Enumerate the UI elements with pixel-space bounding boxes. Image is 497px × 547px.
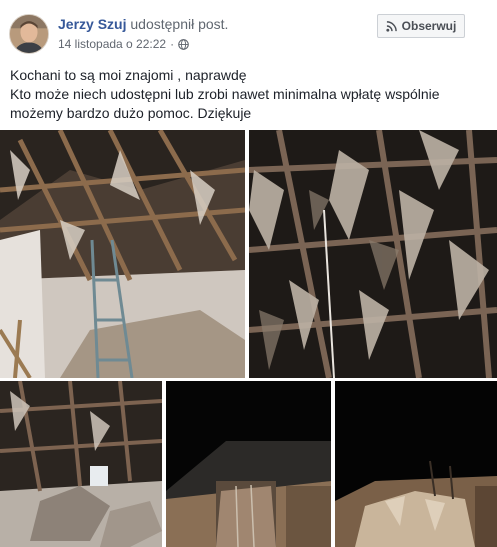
- avatar[interactable]: [9, 14, 49, 54]
- post-photo-5[interactable]: [335, 381, 497, 547]
- post-timestamp[interactable]: 14 listopada o 22:22: [58, 37, 166, 51]
- post-photo-2[interactable]: [249, 130, 497, 378]
- author-line: Jerzy Szuj udostępnił post.: [58, 16, 228, 32]
- rss-icon: [386, 20, 397, 32]
- meta-separator: ·: [170, 37, 175, 51]
- share-action-text: udostępnił post.: [130, 16, 229, 32]
- post-photo-3[interactable]: [0, 381, 162, 547]
- post-text-line: Kochani to są moi znajomi , naprawdę: [10, 67, 247, 83]
- post-text-line: możemy bardzo dużo pomoc. Dziękuje: [10, 105, 252, 121]
- follow-button[interactable]: Obserwuj: [377, 14, 465, 38]
- post-meta: 14 listopada o 22:22 ·: [58, 37, 189, 51]
- follow-button-label: Obserwuj: [401, 19, 457, 33]
- post-card: Jerzy Szuj udostępnił post. 14 listopada…: [0, 0, 497, 547]
- post-photo-1[interactable]: [0, 130, 245, 378]
- post-text: Kochani to są moi znajomi , naprawdę Kto…: [10, 66, 490, 123]
- post-text-line: Kto może niech udostępni lub zrobi nawet…: [10, 86, 440, 102]
- globe-icon[interactable]: [178, 38, 189, 50]
- post-photo-4[interactable]: [166, 381, 331, 547]
- author-name[interactable]: Jerzy Szuj: [58, 16, 126, 32]
- post-header: Jerzy Szuj udostępnił post. 14 listopada…: [0, 0, 497, 60]
